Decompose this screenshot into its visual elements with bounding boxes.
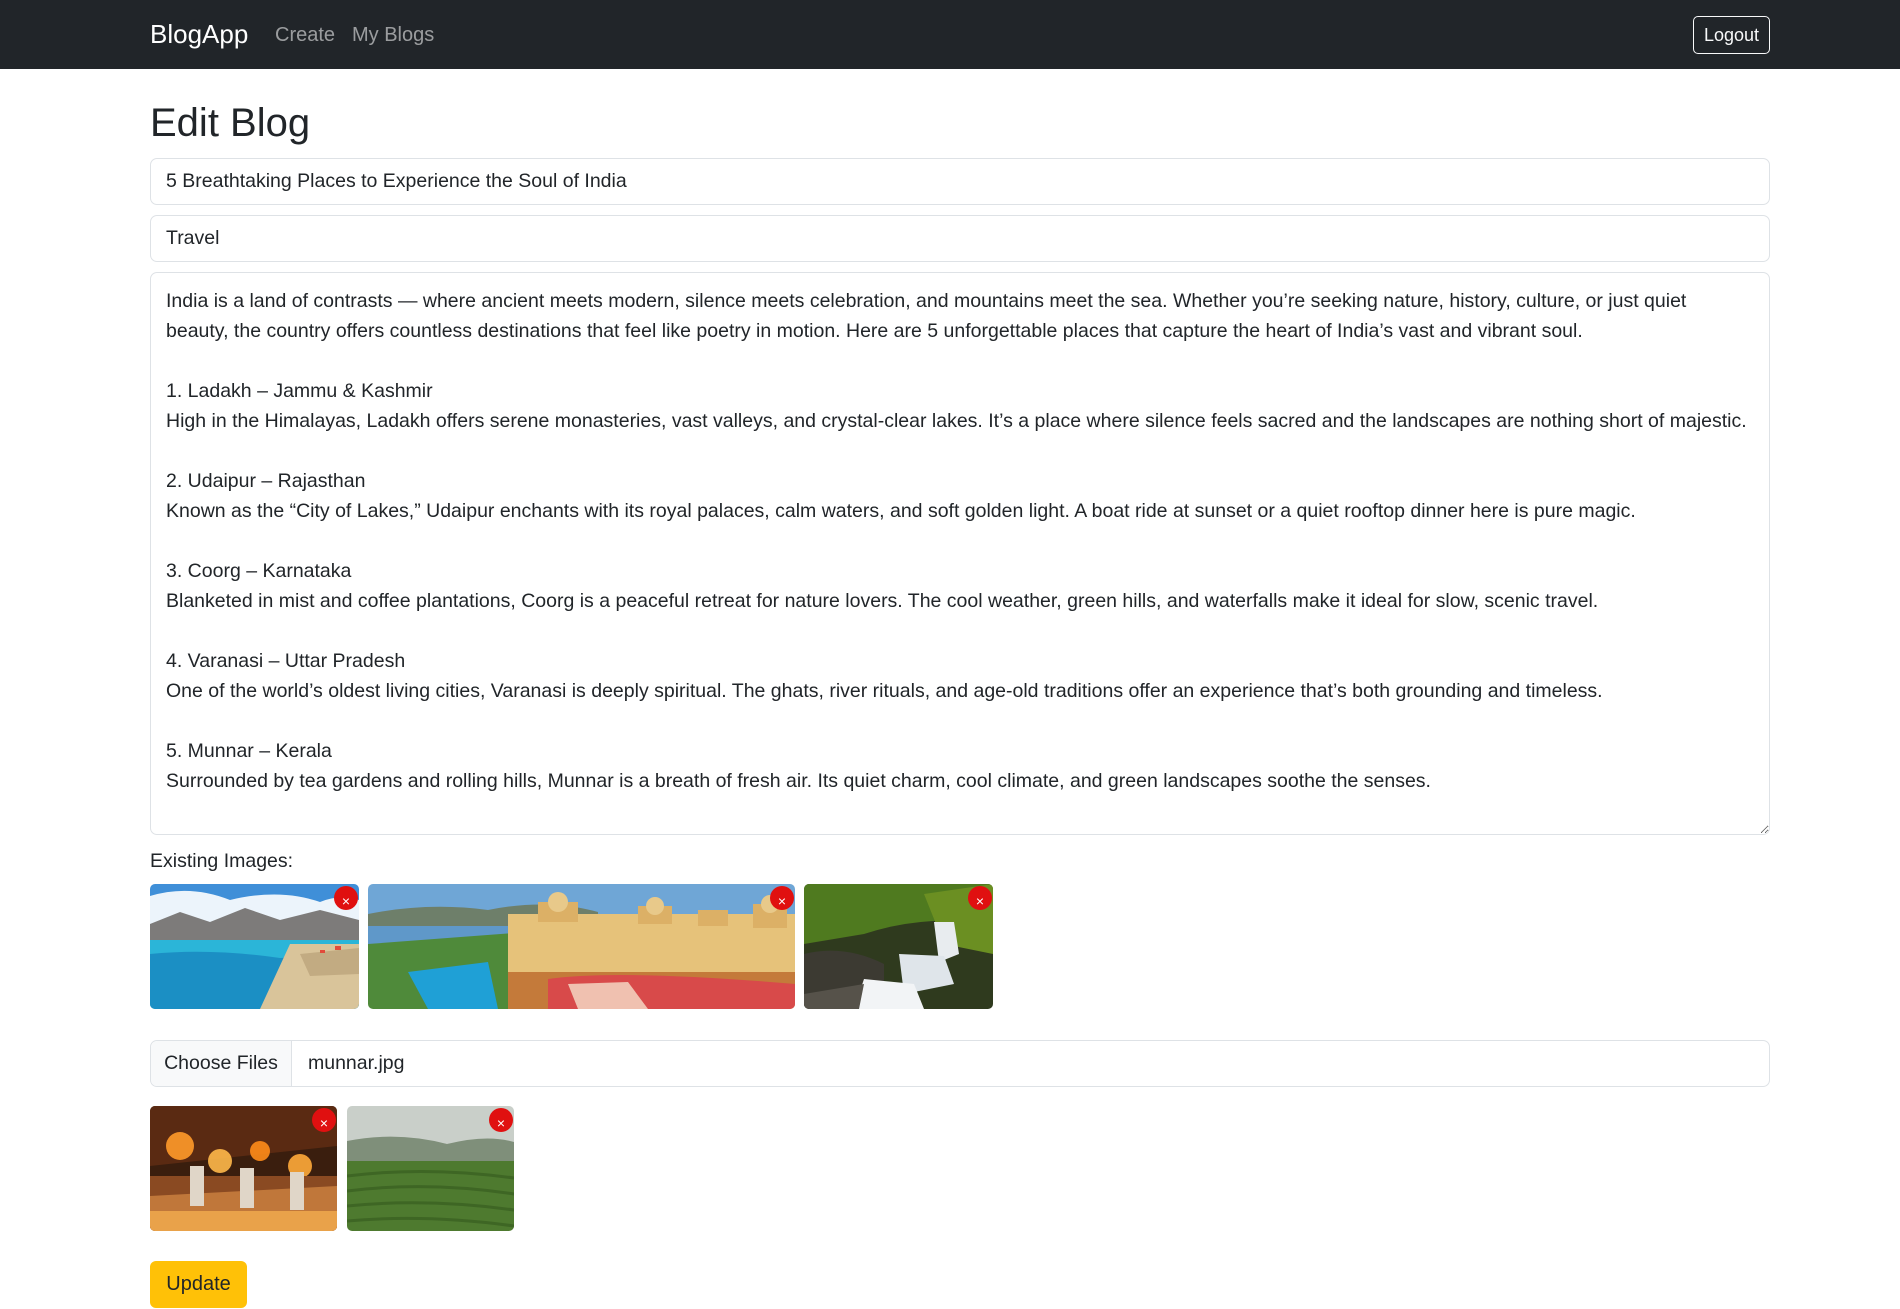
navbar: BlogApp Create My Blogs Logout xyxy=(0,0,1900,69)
remove-existing-image-2-button[interactable]: × xyxy=(770,886,794,910)
existing-images-label: Existing Images: xyxy=(150,850,294,872)
brand-link[interactable]: BlogApp xyxy=(150,19,248,50)
munnar-tea-garden-photo xyxy=(347,1106,514,1231)
choose-files-button[interactable]: Choose Files xyxy=(151,1041,292,1086)
existing-image-coorg: × xyxy=(804,884,993,1009)
nav-link-my-blogs[interactable]: My Blogs xyxy=(352,24,434,47)
remove-new-image-1-button[interactable]: × xyxy=(312,1108,336,1132)
remove-existing-image-3-button[interactable]: × xyxy=(968,886,992,910)
page-title: Edit Blog xyxy=(150,101,311,145)
update-button[interactable]: Update xyxy=(150,1261,247,1308)
existing-image-udaipur: × xyxy=(368,884,795,1009)
ladakh-lake-photo xyxy=(150,884,359,1009)
logout-button[interactable]: Logout xyxy=(1693,16,1770,54)
remove-existing-image-1-button[interactable]: × xyxy=(334,886,358,910)
varanasi-ghat-photo xyxy=(150,1106,337,1231)
file-input[interactable]: Choose Files munnar.jpg xyxy=(150,1040,1770,1087)
coorg-waterfall-photo xyxy=(804,884,993,1009)
udaipur-palace-photo xyxy=(368,884,795,1009)
new-image-munnar: × xyxy=(347,1106,514,1231)
title-input[interactable] xyxy=(150,158,1770,205)
selected-file-name: munnar.jpg xyxy=(308,1052,405,1074)
content-textarea[interactable]: India is a land of contrasts — where anc… xyxy=(150,272,1770,835)
remove-new-image-2-button[interactable]: × xyxy=(489,1108,513,1132)
new-image-varanasi: × xyxy=(150,1106,337,1231)
existing-image-ladakh: × xyxy=(150,884,359,1009)
nav-link-create[interactable]: Create xyxy=(275,24,335,47)
category-input[interactable] xyxy=(150,215,1770,262)
